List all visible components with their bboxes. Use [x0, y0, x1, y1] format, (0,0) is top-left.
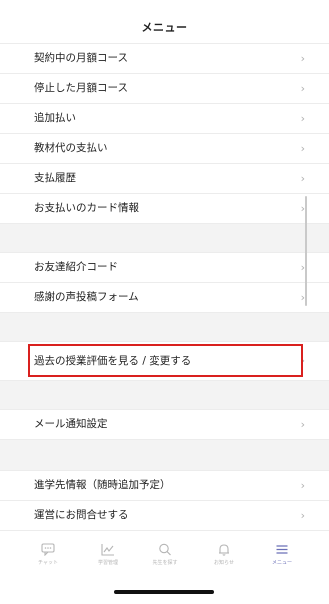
menu-item-label: 支払履歴 — [34, 172, 76, 184]
chevron-right-icon: › — [300, 354, 305, 367]
tab-notifications[interactable]: お知らせ — [196, 543, 252, 566]
menu-item-school-info[interactable]: 進学先情報（随時追加予定） › — [0, 470, 329, 500]
chevron-right-icon: › — [300, 418, 305, 431]
menu-item-stopped-monthly-course[interactable]: 停止した月額コース › — [0, 73, 329, 103]
menu-item-label: 進学先情報（随時追加予定） — [34, 479, 171, 491]
home-indicator — [114, 590, 214, 594]
menu-item-material-payment[interactable]: 教材代の支払い › — [0, 133, 329, 163]
menu-item-label: 過去の授業評価を見る / 変更する — [34, 355, 192, 367]
chevron-right-icon: › — [300, 509, 305, 522]
tab-label: 学習管理 — [97, 560, 118, 566]
tab-label: お知らせ — [214, 560, 234, 566]
tab-label: メニュー — [271, 560, 292, 566]
tab-menu[interactable]: メニュー — [254, 543, 310, 566]
menu-item-additional-payment[interactable]: 追加払い › — [0, 103, 329, 133]
chevron-right-icon: › — [300, 172, 305, 185]
menu-item-payment-history[interactable]: 支払履歴 › — [0, 163, 329, 193]
tab-label: 先生を探す — [152, 560, 178, 566]
menu-item-label: メール通知設定 — [34, 418, 108, 430]
menu-list: 契約中の月額コース › 停止した月額コース › 追加払い › 教材代の支払い ›… — [0, 43, 329, 560]
chat-icon — [41, 543, 55, 556]
section-spacer — [0, 439, 329, 470]
section-spacer — [0, 380, 329, 409]
menu-item-label: お支払いのカード情報 — [34, 202, 139, 214]
tab-label: チャット — [38, 560, 58, 566]
menu-item-label: 運営にお問合せする — [34, 509, 129, 521]
section-spacer — [0, 223, 329, 252]
menu-item-label: 教材代の支払い — [34, 142, 108, 154]
chevron-right-icon: › — [300, 82, 305, 95]
chevron-right-icon: › — [300, 112, 305, 125]
tab-chat[interactable]: チャット — [20, 543, 76, 566]
menu-icon — [276, 545, 288, 554]
menu-item-referral-code[interactable]: お友達紹介コード › — [0, 252, 329, 282]
menu-item-testimonial-form[interactable]: 感謝の声投稿フォーム › — [0, 282, 329, 312]
menu-item-active-monthly-course[interactable]: 契約中の月額コース › — [0, 43, 329, 73]
header-bar: メニュー — [0, 0, 329, 43]
tab-find-teacher[interactable]: 先生を探す — [137, 543, 193, 566]
menu-item-contact-support[interactable]: 運営にお問合せする › — [0, 500, 329, 530]
line-chart-icon — [101, 544, 114, 556]
chevron-right-icon: › — [300, 52, 305, 65]
menu-item-label: お友達紹介コード — [34, 261, 118, 273]
chevron-right-icon: › — [300, 479, 305, 492]
search-icon — [159, 543, 171, 556]
page-title: メニュー — [141, 21, 188, 34]
menu-item-label: 感謝の声投稿フォーム — [34, 291, 139, 303]
menu-item-past-lesson-reviews[interactable]: 過去の授業評価を見る / 変更する › — [0, 341, 329, 380]
menu-item-label: 停止した月額コース — [34, 82, 128, 94]
menu-item-email-notification-settings[interactable]: メール通知設定 › — [0, 409, 329, 439]
section-spacer — [0, 312, 329, 341]
tab-learning-management[interactable]: 学習管理 — [80, 543, 136, 566]
chevron-right-icon: › — [300, 142, 305, 155]
menu-item-card-info[interactable]: お支払いのカード情報 › — [0, 193, 329, 223]
menu-item-label: 追加払い — [34, 112, 76, 124]
scrollbar[interactable] — [305, 196, 307, 306]
menu-item-label: 契約中の月額コース — [34, 52, 128, 64]
bell-icon — [219, 544, 229, 556]
